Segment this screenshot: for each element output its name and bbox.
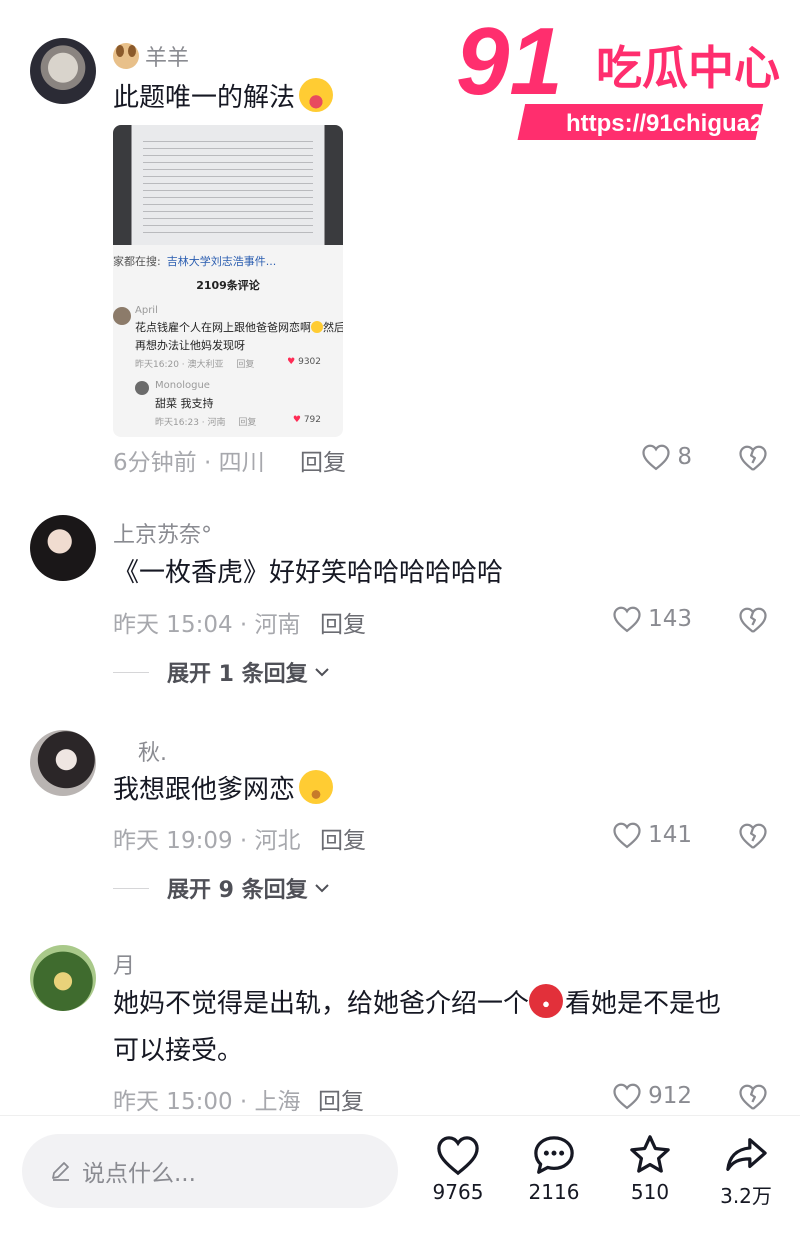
- image-comment-count: 2109条评论: [196, 279, 260, 292]
- comment-meta: 昨天 15:04 · 河南: [113, 612, 301, 638]
- avatar[interactable]: [30, 730, 96, 796]
- like-total: 9765: [432, 1180, 484, 1204]
- comment-total: 2116: [528, 1180, 580, 1204]
- image-meta: 昨天16:20 · 澳大利亚 回复 ♥ 9302: [135, 357, 321, 370]
- input-placeholder: 说点什么...: [82, 1161, 196, 1187]
- watermark-logo: 91 吃瓜中心 https://91chigua27.com: [446, 6, 800, 146]
- comment-bubble-icon: [534, 1136, 574, 1174]
- comment-text-body-2: 看她是不是也: [565, 989, 722, 1019]
- expand-label: 展开 9 条回复: [167, 878, 308, 903]
- bottom-action-bar: 说点什么... 9765 2116 510 3.2万: [0, 1115, 800, 1242]
- heart-icon: [613, 606, 641, 633]
- username[interactable]: 上京苏奈°: [113, 517, 212, 549]
- comment-text: 我想跟他爹网恋: [113, 767, 334, 813]
- reply-button[interactable]: 回复: [300, 443, 346, 477]
- comment-text-line-2: 可以接受。: [113, 1036, 244, 1066]
- share-total: 3.2万: [720, 1184, 772, 1208]
- avatar[interactable]: [30, 38, 96, 104]
- reply-button[interactable]: 回复: [320, 821, 366, 855]
- favorite-action-button[interactable]: 510: [610, 1134, 690, 1204]
- broken-heart-icon[interactable]: [738, 821, 768, 851]
- like-action-button[interactable]: 9765: [418, 1134, 498, 1204]
- divider-line: [113, 887, 149, 889]
- image-comment-line: 花点钱雇个人在网上跟他爸爸网恋啊 然后: [135, 321, 343, 334]
- chevron-down-icon: [314, 668, 329, 677]
- smile-emoji-icon: [299, 770, 334, 804]
- comment-action-button[interactable]: 2116: [514, 1134, 594, 1204]
- comment-text: 她妈不觉得是出轨，给她爸介绍一个 看她是不是也: [113, 981, 721, 1027]
- star-icon: [630, 1135, 670, 1173]
- comment-input[interactable]: 说点什么...: [22, 1134, 398, 1208]
- comment-text: 此题唯一的解法: [113, 75, 334, 121]
- username-row[interactable]: 羊羊: [113, 40, 189, 72]
- comment-text-body: 她妈不觉得是出轨，给她爸介绍一个: [113, 989, 530, 1019]
- comment-text: 《一枚香虎》好好笑哈哈哈哈哈哈: [113, 558, 504, 588]
- like-button[interactable]: 141: [612, 821, 692, 849]
- broken-heart-icon[interactable]: [738, 1082, 768, 1112]
- avatar[interactable]: [30, 515, 96, 581]
- heart-icon: [642, 444, 670, 471]
- image-avatar-2: [135, 381, 149, 395]
- like-count: 8: [677, 444, 692, 470]
- heart-icon: [613, 822, 641, 849]
- image-meta-2: 昨天16:23 · 河南 回复 ♥ 792: [155, 415, 321, 428]
- expand-replies-button[interactable]: 展开 1 条回复: [113, 656, 330, 688]
- image-username-2: Monologue: [155, 380, 210, 391]
- image-comment-line-3: 甜菜 我支持: [155, 397, 214, 410]
- reply-button[interactable]: 回复: [318, 1082, 364, 1116]
- watermark-number: 91: [456, 8, 563, 115]
- image-comment-line-2: 再想办法让他妈发现呀: [135, 339, 245, 352]
- watermark-brand: 吃瓜中心: [596, 41, 780, 95]
- image-username: April: [135, 305, 158, 316]
- broken-heart-icon[interactable]: [738, 443, 768, 473]
- username[interactable]: 月: [113, 948, 135, 980]
- broken-heart-icon[interactable]: [738, 605, 768, 635]
- comment-meta: 昨天 19:09 · 河北: [113, 828, 301, 854]
- angry-emoji-icon: [529, 984, 564, 1018]
- like-button[interactable]: 143: [612, 605, 692, 633]
- comment-meta: 6分钟前 · 四川: [113, 450, 265, 476]
- share-action-button[interactable]: 3.2万: [706, 1134, 786, 1209]
- watermark-url: https://91chigua27.com: [566, 110, 786, 137]
- username[interactable]: 秋.: [138, 735, 167, 767]
- like-count: 912: [648, 1083, 692, 1109]
- like-count: 143: [648, 606, 692, 632]
- like-count: 141: [648, 822, 692, 848]
- heart-icon: [437, 1136, 479, 1176]
- username: 羊羊: [145, 46, 190, 71]
- search-prefix: 家都在搜:: [113, 255, 161, 268]
- like-button[interactable]: 8: [641, 443, 692, 471]
- kiss-emoji-icon: [299, 78, 334, 112]
- expand-replies-button[interactable]: 展开 9 条回复: [113, 872, 330, 904]
- favorite-total: 510: [630, 1180, 670, 1204]
- search-query: 吉林大学刘志浩事件...: [166, 255, 277, 268]
- comment-text-body: 我想跟他爹网恋: [113, 775, 296, 805]
- comment-text-body: 此题唯一的解法: [113, 83, 296, 113]
- avatar[interactable]: [30, 945, 96, 1011]
- dog-emoji-icon: [113, 43, 139, 69]
- chevron-down-icon: [314, 884, 329, 893]
- image-top-photo: [113, 125, 343, 245]
- comment-image[interactable]: 家都在搜: 吉林大学刘志浩事件... 2109条评论 April 花点钱雇个人在…: [113, 125, 343, 437]
- expand-label: 展开 1 条回复: [167, 662, 308, 687]
- share-arrow-icon: [726, 1138, 767, 1171]
- reply-button[interactable]: 回复: [320, 605, 366, 639]
- heart-icon: [613, 1083, 641, 1110]
- image-avatar: [113, 307, 131, 325]
- comment-meta: 昨天 15:00 · 上海: [113, 1089, 301, 1115]
- pencil-icon: [52, 1162, 69, 1181]
- divider-line: [113, 671, 149, 673]
- like-button[interactable]: 912: [612, 1082, 692, 1110]
